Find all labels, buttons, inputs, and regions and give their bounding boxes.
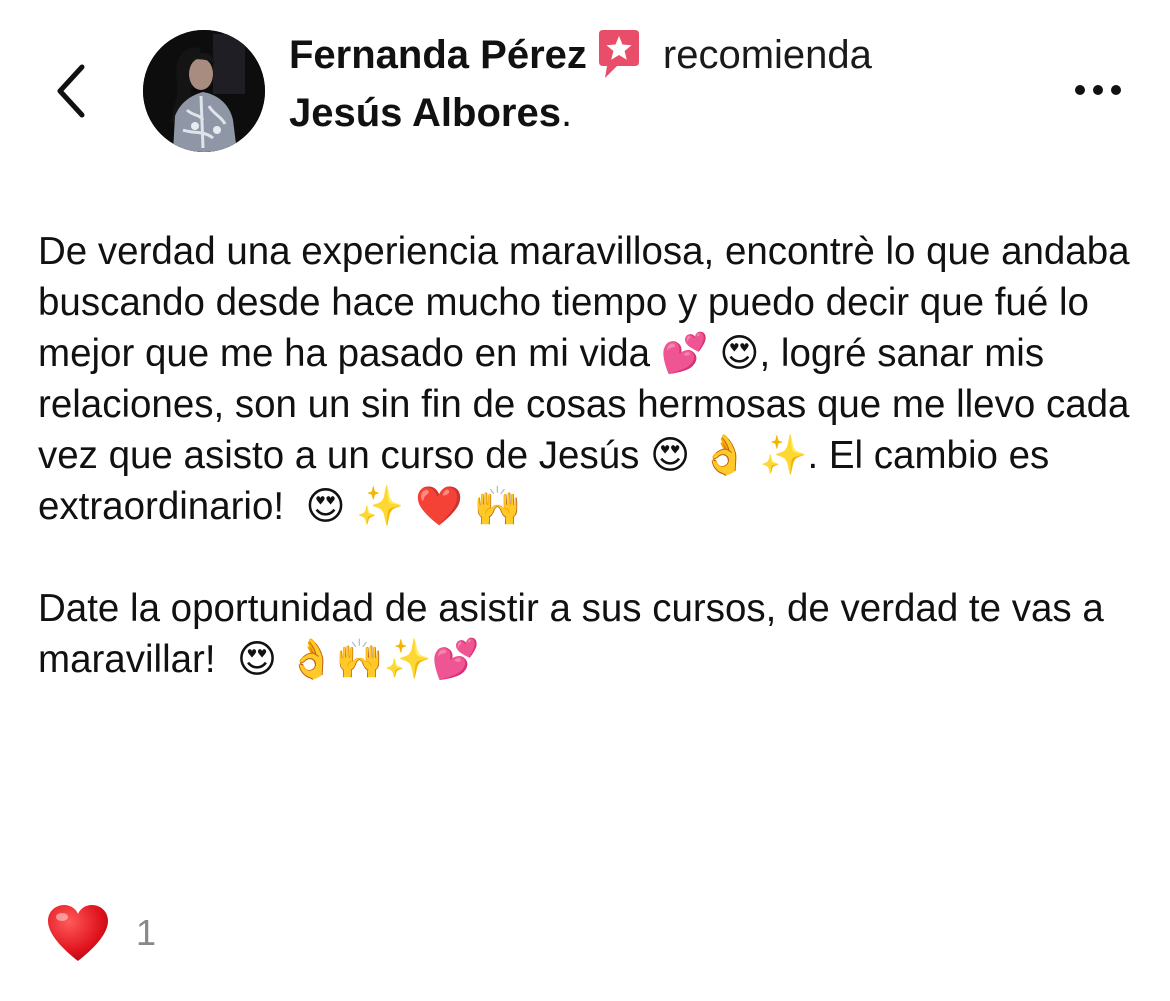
- target-suffix: .: [560, 91, 573, 135]
- back-button[interactable]: [44, 56, 100, 126]
- author-name[interactable]: Fernanda Pérez: [289, 26, 587, 84]
- reactions-bar[interactable]: 1: [46, 898, 156, 968]
- chevron-left-icon: [57, 64, 85, 118]
- review-text: De verdad una experiencia maravillosa, e…: [38, 226, 1138, 685]
- more-horizontal-icon: [1075, 85, 1085, 95]
- recommendation-header: Fernanda Pérez recomienda Jesús Albores.: [289, 26, 969, 142]
- star-speech-bubble-icon: [595, 28, 643, 82]
- more-dot: [1111, 85, 1121, 95]
- more-dot: [1093, 85, 1103, 95]
- review-paragraph: De verdad una experiencia maravillosa, e…: [38, 230, 1141, 528]
- recommended-person-name[interactable]: Jesús Albores: [289, 84, 561, 142]
- recommends-label: recomienda: [662, 33, 872, 77]
- red-heart-icon: [48, 905, 108, 961]
- avatar[interactable]: [143, 30, 265, 152]
- reaction-count: 1: [136, 912, 157, 953]
- more-options-button[interactable]: [1062, 70, 1134, 110]
- review-paragraph: Date la oportunidad de asistir a sus cur…: [38, 587, 1115, 681]
- profile-photo: [143, 30, 265, 152]
